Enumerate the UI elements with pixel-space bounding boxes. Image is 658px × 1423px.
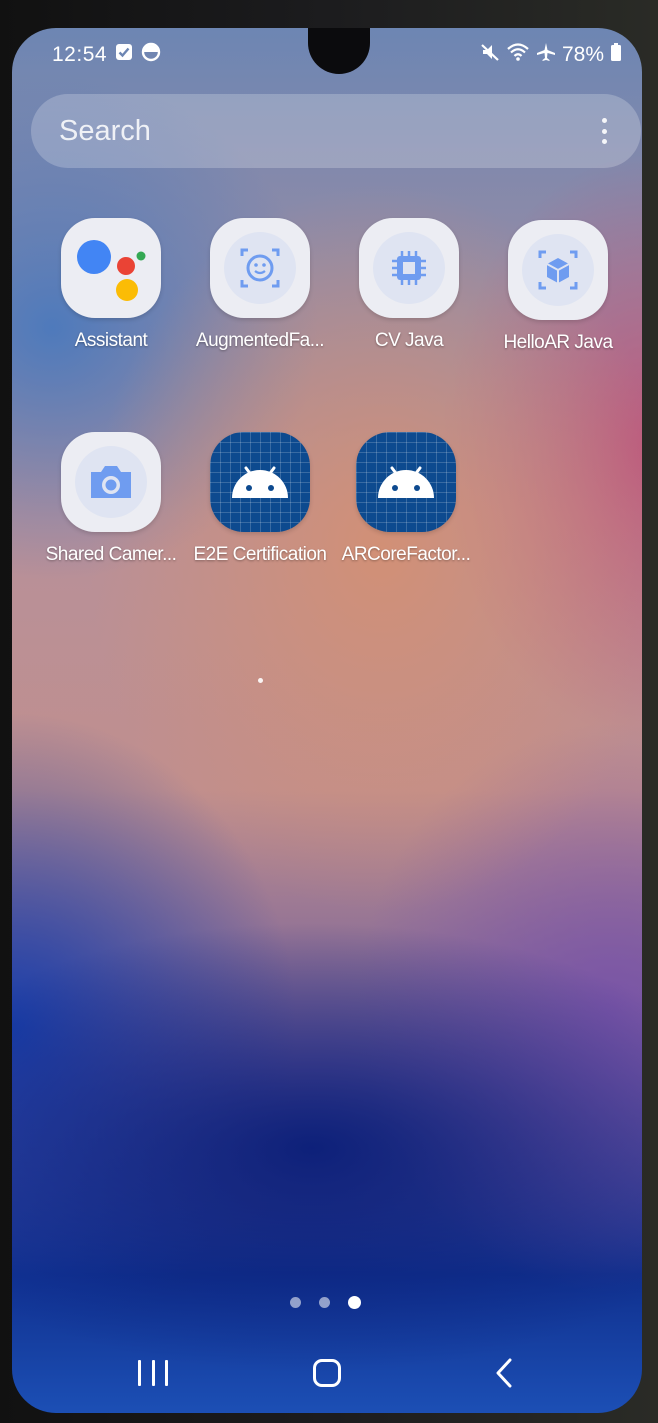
app-helloar-java[interactable]: HelloAR Java bbox=[483, 220, 633, 354]
app-label: AugmentedFa... bbox=[195, 330, 325, 351]
search-placeholder: Search bbox=[59, 114, 151, 147]
app-label: Shared Camer... bbox=[45, 544, 177, 565]
app-label: CV Java bbox=[374, 330, 444, 351]
status-bar-right: 78% bbox=[480, 42, 622, 67]
app-augmented-faces[interactable]: AugmentedFa... bbox=[185, 218, 335, 352]
more-options-button[interactable] bbox=[589, 114, 619, 148]
more-vertical-icon bbox=[601, 118, 607, 123]
page-indicator[interactable] bbox=[290, 1296, 361, 1309]
app-label: ARCoreFactor... bbox=[341, 544, 471, 565]
recent-apps-icon[interactable] bbox=[138, 1360, 168, 1386]
battery-percent: 78% bbox=[561, 42, 604, 66]
checkbox-notification-icon bbox=[115, 43, 133, 66]
chip-icon bbox=[359, 218, 459, 318]
app-shared-camera[interactable]: Shared Camer... bbox=[36, 432, 186, 566]
app-label: E2E Certification bbox=[193, 544, 327, 565]
page-dot[interactable] bbox=[319, 1297, 330, 1308]
search-bar[interactable]: Search bbox=[31, 94, 641, 168]
ar-cube-icon bbox=[508, 220, 608, 320]
status-time: 12:54 bbox=[52, 42, 108, 66]
mute-icon bbox=[480, 42, 500, 67]
app-arcore-factory[interactable]: ARCoreFactor... bbox=[331, 432, 481, 566]
wallpaper-speck bbox=[258, 678, 263, 683]
page-dot[interactable] bbox=[290, 1297, 301, 1308]
status-bar-left: 12:54 bbox=[52, 42, 161, 67]
wifi-icon bbox=[506, 42, 530, 67]
data-saver-icon bbox=[141, 42, 161, 67]
app-label: HelloAR Java bbox=[503, 332, 613, 353]
camera-icon bbox=[61, 432, 161, 532]
android-icon bbox=[356, 432, 456, 532]
back-icon[interactable] bbox=[492, 1356, 516, 1390]
app-label: Assistant bbox=[74, 330, 148, 351]
home-screen: 12:54 78% Search Assistant AugmentedFa..… bbox=[12, 28, 642, 1413]
app-assistant[interactable]: Assistant bbox=[36, 218, 186, 352]
face-tracking-icon bbox=[210, 218, 310, 318]
battery-icon bbox=[610, 42, 622, 67]
app-cv-java[interactable]: CV Java bbox=[334, 218, 484, 352]
phone-frame: 12:54 78% Search Assistant AugmentedFa..… bbox=[0, 0, 658, 1423]
page-dot-active[interactable] bbox=[348, 1296, 361, 1309]
android-icon bbox=[210, 432, 310, 532]
google-assistant-icon bbox=[61, 218, 161, 318]
home-icon[interactable] bbox=[313, 1359, 341, 1387]
app-e2e-certification[interactable]: E2E Certification bbox=[185, 432, 335, 566]
airplane-icon bbox=[536, 42, 556, 67]
camera-notch bbox=[308, 28, 370, 74]
